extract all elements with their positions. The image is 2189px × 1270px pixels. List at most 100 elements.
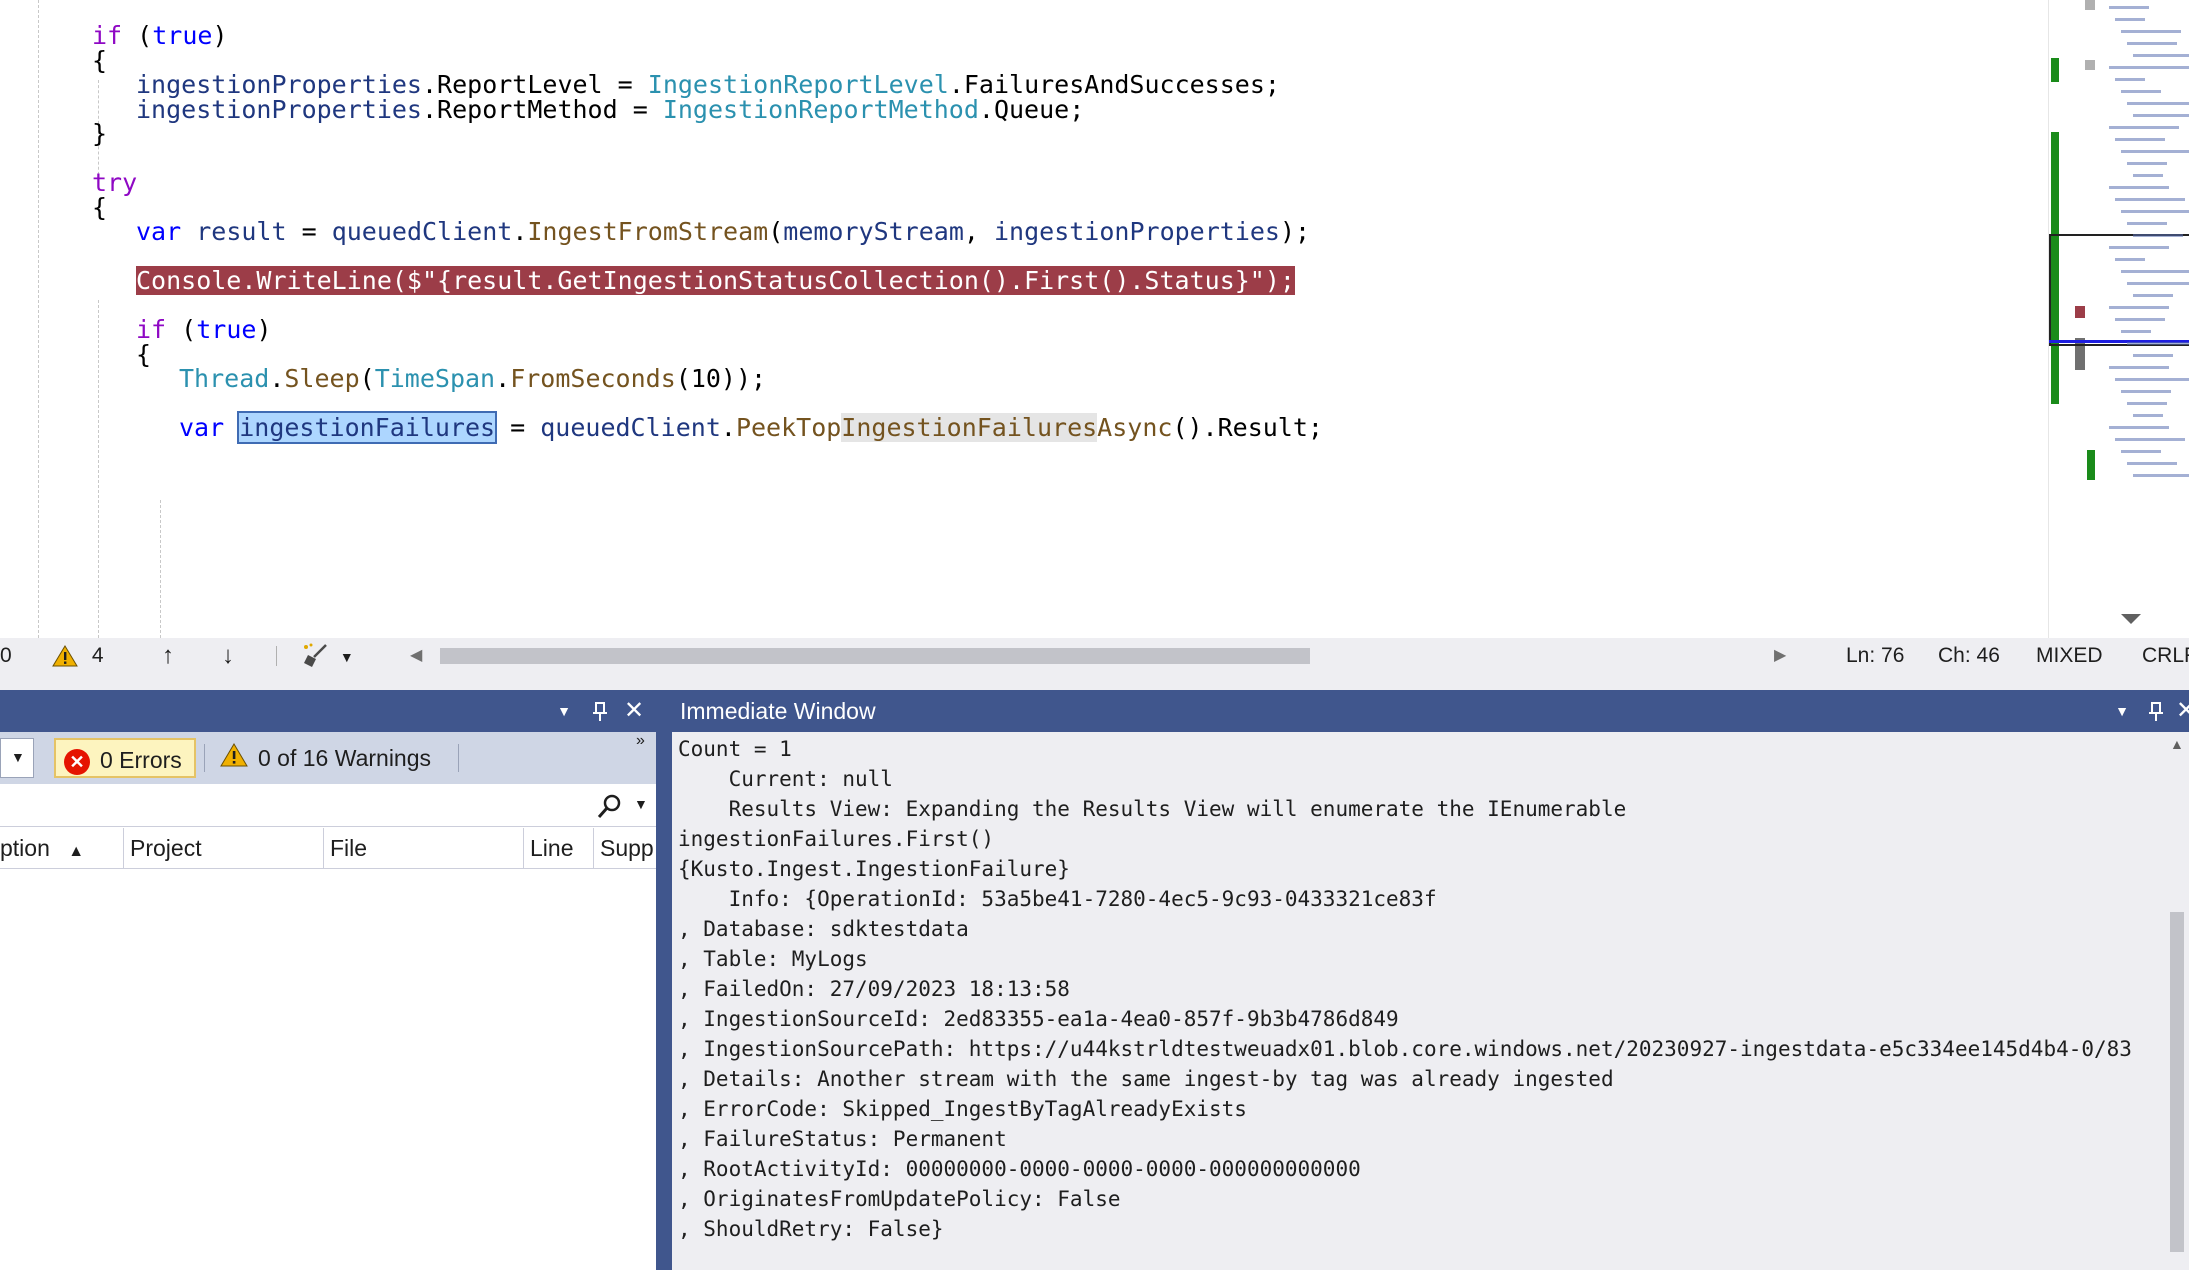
minimap[interactable] bbox=[2048, 0, 2189, 638]
code-line[interactable]: var ingestionFailures = queuedClient.Pee… bbox=[179, 411, 1323, 445]
chevron-down-icon: ▼ bbox=[339, 649, 354, 665]
code-token: ingestionProperties bbox=[136, 95, 422, 124]
code-line[interactable]: if (true) bbox=[92, 19, 228, 53]
minimap-line bbox=[2127, 342, 2189, 345]
code-token: = bbox=[495, 413, 541, 442]
close-icon[interactable]: ✕ bbox=[620, 690, 648, 732]
output-line: Count = 1 bbox=[678, 737, 792, 761]
vertical-scrollbar[interactable]: ▲ bbox=[2162, 732, 2189, 1270]
code-line[interactable]: if (true) bbox=[136, 313, 272, 347]
minimap-line bbox=[2127, 402, 2167, 405]
left-count[interactable]: 0 bbox=[0, 638, 12, 674]
code-line[interactable]: { bbox=[92, 191, 107, 225]
column-label: Supp bbox=[600, 835, 654, 861]
immediate-window-header[interactable]: Immediate Window ▼ ✕ bbox=[672, 690, 2189, 732]
pin-icon[interactable] bbox=[2142, 690, 2170, 732]
code-token: ReportMethod bbox=[437, 95, 618, 124]
code-token: IngestionReportMethod bbox=[662, 95, 979, 124]
code-token: true bbox=[196, 315, 257, 344]
code-token: . bbox=[495, 364, 511, 393]
code-line[interactable]: { bbox=[92, 44, 107, 78]
output-line: , FailureStatus: Permanent bbox=[678, 1127, 1007, 1151]
chevron-down-icon[interactable]: ▼ bbox=[634, 796, 648, 812]
code-line[interactable]: } bbox=[92, 117, 107, 151]
output-line: , FailedOn: 27/09/2023 18:13:58 bbox=[678, 977, 1070, 1001]
warnings-indicator[interactable]: 4 bbox=[52, 638, 104, 674]
code-token: Console.WriteLine($"{result.GetIngestion… bbox=[134, 264, 1297, 297]
output-line: {Kusto.Ingest.IngestionFailure} bbox=[678, 857, 1070, 881]
code-token: ) bbox=[212, 21, 228, 50]
errors-filter-button[interactable]: ✕ 0 Errors bbox=[54, 738, 196, 778]
code-line[interactable]: Thread.Sleep(TimeSpan.FromSeconds(10)); bbox=[179, 362, 766, 396]
minimap-line bbox=[2127, 42, 2177, 45]
breakpoint-line[interactable]: Console.WriteLine($"{result.GetIngestion… bbox=[134, 264, 1297, 298]
code-token: . bbox=[720, 413, 736, 442]
pin-icon[interactable] bbox=[586, 690, 614, 732]
column-line[interactable]: Line bbox=[524, 828, 594, 868]
code-token: Sleep bbox=[284, 364, 360, 393]
previous-issue-icon[interactable]: ↑ bbox=[162, 638, 174, 674]
divider bbox=[204, 744, 205, 772]
code-line[interactable]: { bbox=[136, 338, 151, 372]
close-icon[interactable]: ✕ bbox=[2172, 690, 2189, 732]
scope-dropdown[interactable]: ▼ bbox=[0, 738, 34, 778]
code-token: ); bbox=[1279, 217, 1311, 246]
column-label: Line bbox=[530, 835, 574, 861]
error-list-body[interactable] bbox=[0, 870, 656, 1270]
next-issue-icon[interactable]: ↓ bbox=[222, 638, 234, 674]
error-search-input[interactable]: ▼ bbox=[0, 786, 656, 827]
code-line[interactable]: ingestionProperties.ReportMethod = Inges… bbox=[136, 93, 1084, 127]
panel-splitter[interactable] bbox=[656, 690, 672, 1270]
line-number[interactable]: Ln: 76 bbox=[1846, 638, 1904, 674]
error-list-header[interactable]: ▼ ✕ bbox=[0, 690, 656, 732]
code-token: .Queue; bbox=[978, 95, 1085, 124]
vertical-scrollbar-thumb[interactable] bbox=[2170, 912, 2184, 1252]
window-menu-icon[interactable]: ▼ bbox=[2108, 690, 2136, 732]
indent-guide bbox=[98, 300, 99, 638]
line-ending[interactable]: CRLF bbox=[2142, 638, 2189, 674]
window-menu-icon[interactable]: ▼ bbox=[550, 690, 578, 732]
scroll-up-icon[interactable]: ▲ bbox=[2170, 736, 2184, 752]
horizontal-scrollbar-thumb[interactable] bbox=[440, 648, 1310, 664]
minimap-line bbox=[2109, 426, 2169, 429]
column-label: ption bbox=[0, 835, 50, 861]
search-icon[interactable] bbox=[596, 792, 624, 820]
column-description[interactable]: ption ▲ bbox=[0, 828, 124, 868]
immediate-window-output[interactable]: Count = 1 Current: null Results View: Ex… bbox=[672, 732, 2162, 1270]
whitespace-mode[interactable]: MIXED bbox=[2036, 638, 2103, 674]
warnings-filter-button[interactable]: 0 of 16 Warnings bbox=[216, 738, 466, 778]
error-list-columns: ption ▲ Project File Line Supp bbox=[0, 828, 656, 869]
output-line: Current: null bbox=[678, 767, 893, 791]
column-file[interactable]: File bbox=[324, 828, 524, 868]
code-line[interactable]: var result = queuedClient.IngestFromStre… bbox=[136, 215, 1310, 249]
code-token: ( bbox=[122, 21, 153, 50]
code-token: , bbox=[963, 217, 994, 246]
output-line: , RootActivityId: 00000000-0000-0000-000… bbox=[678, 1157, 1361, 1181]
code-editor[interactable]: if (true){ingestionProperties.ReportLeve… bbox=[0, 0, 2048, 638]
scroll-down-icon[interactable] bbox=[2121, 614, 2141, 624]
tool-window-area: ▼ ✕ ▼ ✕ 0 Errors 0 of 16 Warnings » ▼ pt… bbox=[0, 674, 2189, 1270]
minimap-line bbox=[2121, 150, 2189, 153]
scroll-marker bbox=[2085, 0, 2095, 10]
minimap-line bbox=[2133, 174, 2163, 177]
scroll-left-icon[interactable]: ◀ bbox=[410, 638, 422, 674]
column-number[interactable]: Ch: 46 bbox=[1938, 638, 2000, 674]
code-token: memoryStream bbox=[783, 217, 964, 246]
divider bbox=[276, 646, 277, 666]
immediate-window-title: Immediate Window bbox=[680, 698, 876, 724]
minimap-line bbox=[2121, 390, 2171, 393]
code-cleanup-button[interactable]: ▼ bbox=[302, 638, 354, 674]
column-suppression[interactable]: Supp bbox=[594, 828, 656, 868]
column-project[interactable]: Project bbox=[124, 828, 324, 868]
scroll-right-icon[interactable]: ▶ bbox=[1774, 638, 1786, 674]
minimap-line bbox=[2109, 126, 2179, 129]
minimap-line bbox=[2121, 30, 2181, 33]
output-line: , ErrorCode: Skipped_IngestByTagAlreadyE… bbox=[678, 1097, 1247, 1121]
minimap-viewport[interactable] bbox=[2049, 234, 2189, 346]
minimap-line bbox=[2121, 330, 2151, 333]
overflow-icon[interactable]: » bbox=[636, 732, 645, 750]
minimap-line bbox=[2133, 414, 2163, 417]
code-token: { bbox=[136, 340, 152, 369]
minimap-line bbox=[2133, 354, 2173, 357]
